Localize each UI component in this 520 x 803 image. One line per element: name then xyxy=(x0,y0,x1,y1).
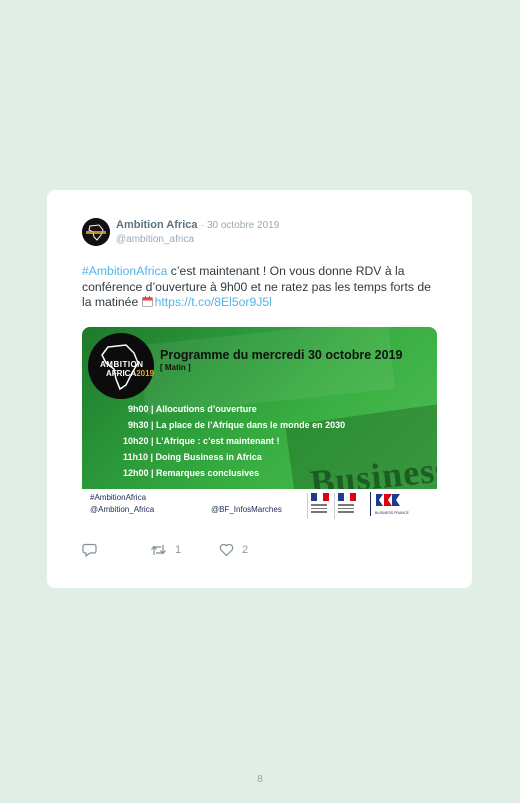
logo-text: AMBITION xyxy=(100,360,144,369)
svg-text:BUSINESS FRANCE: BUSINESS FRANCE xyxy=(375,511,410,515)
avatar[interactable] xyxy=(82,218,110,246)
retweet-count: 1 xyxy=(175,544,182,556)
reply-button[interactable] xyxy=(82,543,97,557)
retweet-icon xyxy=(151,545,166,555)
ambition-africa-logo: AMBITION AFRICA2019 xyxy=(88,333,154,399)
footer-account: @BF_InfosMarches xyxy=(211,505,282,514)
schedule-item: 9h30 | La place de l’Afrique dans le mon… xyxy=(128,420,346,430)
tweet-text: #AmbitionAfrica c’est maintenant ! On vo… xyxy=(82,264,442,311)
tweet-url[interactable]: https://t.co/8El5or9J5l xyxy=(155,295,272,309)
reply-icon xyxy=(82,543,97,557)
author-line: Ambition Africa · 30 octobre 2019 xyxy=(116,219,279,231)
like-button[interactable]: 2 xyxy=(219,543,248,557)
author-name[interactable]: Ambition Africa xyxy=(116,219,198,231)
program-subtitle: [ Matin ] xyxy=(160,363,191,372)
like-count: 2 xyxy=(242,544,249,556)
hashtag-link[interactable]: #AmbitionAfrica xyxy=(82,264,167,278)
separator: · xyxy=(200,220,204,231)
tweet-card: Ambition Africa · 30 octobre 2019 @ambit… xyxy=(47,190,472,588)
republique-logo xyxy=(334,493,360,519)
republique-logo xyxy=(307,493,333,519)
schedule-item: 11h10 | Doing Business in Africa xyxy=(123,452,262,462)
program-banner: Business AMBITION AFRICA2019 Programme d… xyxy=(82,327,437,489)
author-handle[interactable]: @ambition_africa xyxy=(116,234,194,245)
schedule-item: 12h00 | Remarques conclusives xyxy=(123,468,260,478)
media-footer: #AmbitionAfrica @Ambition_Africa @BF_Inf… xyxy=(82,489,437,520)
logo-africa: AFRICA xyxy=(106,369,137,378)
calendar-icon xyxy=(141,296,153,307)
tweet-actions: 1 2 xyxy=(82,543,382,559)
tweet-media[interactable]: Business AMBITION AFRICA2019 Programme d… xyxy=(82,327,437,520)
business-france-logo: BUSINESS FRANCE xyxy=(370,492,414,518)
page-number: 8 xyxy=(257,774,263,785)
schedule-item: 9h00 | Allocutions d’ouverture xyxy=(128,404,257,414)
retweet-button[interactable]: 1 xyxy=(150,543,181,557)
tweet-date[interactable]: 30 octobre 2019 xyxy=(207,220,279,231)
logo-year: 2019 xyxy=(136,369,155,378)
footer-hashtag: #AmbitionAfrica xyxy=(90,493,147,502)
footer-account: @Ambition_Africa xyxy=(90,505,155,514)
schedule-item: 10h20 | L’Afrique : c’est maintenant ! xyxy=(123,436,280,446)
heart-icon xyxy=(219,543,234,557)
program-title: Programme du mercredi 30 octobre 2019 xyxy=(160,348,403,362)
logo-text-2: AFRICA2019 xyxy=(106,369,154,378)
